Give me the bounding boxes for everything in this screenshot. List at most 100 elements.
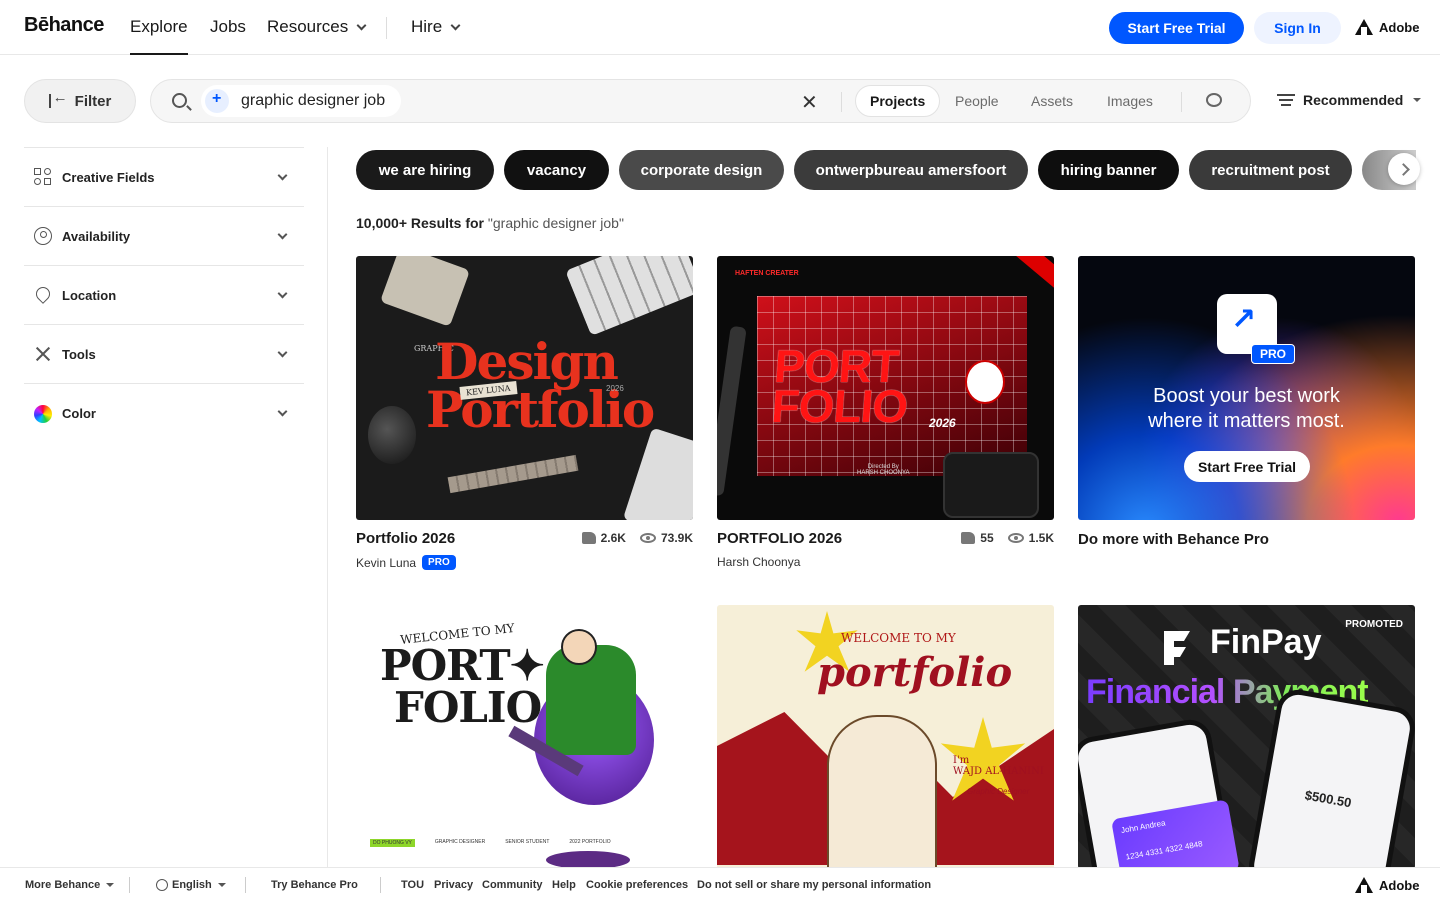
try-behance-pro-link[interactable]: Try Behance Pro bbox=[271, 879, 358, 891]
art-welcome: WELCOME TO MY bbox=[841, 631, 956, 645]
footer-adobe-link[interactable]: Adobe bbox=[1355, 877, 1419, 893]
tags-next-button[interactable] bbox=[1388, 153, 1420, 185]
art-title: PORT FOLIO bbox=[769, 340, 911, 432]
filter-button[interactable]: Filter bbox=[24, 79, 136, 123]
language-label: English bbox=[172, 879, 212, 891]
collapse-filter-icon bbox=[48, 89, 68, 108]
sidebar-item-location[interactable]: Location bbox=[24, 265, 304, 324]
tab-images[interactable]: Images bbox=[1093, 85, 1167, 117]
cookie-preferences-link[interactable]: Cookie preferences bbox=[586, 879, 688, 891]
pro-ad-card[interactable]: PRO Boost your best work where it matter… bbox=[1078, 256, 1415, 548]
tou-link[interactable]: TOU bbox=[401, 879, 424, 891]
privacy-link[interactable]: Privacy bbox=[434, 879, 473, 891]
art-title-line: FOLIO bbox=[769, 380, 909, 432]
face-illustration bbox=[965, 360, 1005, 404]
views: 73.9K bbox=[639, 531, 693, 545]
community-link[interactable]: Community bbox=[482, 879, 543, 891]
adobe-logo-icon bbox=[1355, 19, 1373, 35]
nav-explore[interactable]: Explore bbox=[130, 17, 188, 55]
project-thumbnail[interactable]: WELCOME TO MY PORT✦ FOLIO DO PHUONG VY GR… bbox=[356, 605, 693, 869]
project-stats: 2.6K 73.9K bbox=[581, 531, 693, 545]
pro-ad-thumbnail[interactable]: PRO Boost your best work where it matter… bbox=[1078, 256, 1415, 520]
tab-people[interactable]: People bbox=[941, 85, 1013, 117]
project-stats: 55 1.5K bbox=[961, 531, 1054, 545]
location-pin-icon bbox=[33, 284, 53, 304]
chevron-down-icon bbox=[277, 406, 288, 417]
ad-start-trial-button[interactable]: Start Free Trial bbox=[1184, 451, 1310, 482]
start-free-trial-button[interactable]: Start Free Trial bbox=[1109, 12, 1244, 44]
sidebar-divider bbox=[327, 147, 328, 867]
finpay-logo-icon bbox=[1164, 631, 1190, 665]
ad-headline: Boost your best work where it matters mo… bbox=[1078, 384, 1415, 434]
art-year: 2026 bbox=[606, 384, 624, 393]
sign-in-button[interactable]: Sign In bbox=[1254, 12, 1341, 44]
ad-title[interactable]: Do more with Behance Pro bbox=[1078, 531, 1415, 548]
project-card[interactable]: GRAPHIC Design Portfolio KEV LUNA 2026 P… bbox=[356, 256, 693, 570]
more-behance-label: More Behance bbox=[25, 879, 101, 891]
owner-name[interactable]: Harsh Choonya bbox=[717, 555, 800, 569]
more-behance-dropdown[interactable]: More Behance bbox=[25, 879, 115, 891]
chevron-down-icon bbox=[277, 288, 288, 299]
caret-down-icon bbox=[217, 883, 226, 887]
nav-resources-label: Resources bbox=[267, 17, 349, 36]
search-icon bbox=[172, 93, 187, 108]
project-thumbnail[interactable]: HAFTEN CREATER PORT FOLIO 2026 Directed B… bbox=[717, 256, 1054, 520]
camera-illustration bbox=[943, 452, 1039, 518]
eye-icon bbox=[1007, 533, 1024, 543]
chat-bubble-icon[interactable] bbox=[1206, 93, 1222, 107]
help-link[interactable]: Help bbox=[552, 879, 576, 891]
tag-chip[interactable]: vacancy bbox=[504, 150, 609, 190]
appreciations: 55 bbox=[961, 531, 994, 545]
results-query-text: "graphic designer job" bbox=[487, 215, 624, 231]
nav-resources[interactable]: Resources bbox=[267, 17, 367, 37]
project-thumbnail[interactable]: PROMOTED FinPay Financial Payment John A… bbox=[1078, 605, 1415, 869]
tag-chip[interactable]: corporate design bbox=[619, 150, 784, 190]
project-thumbnail[interactable]: GRAPHIC Design Portfolio KEV LUNA 2026 bbox=[356, 256, 693, 520]
art-footer-item: 2022 PORTFOLIO bbox=[569, 839, 611, 845]
gameboy-illustration bbox=[379, 256, 471, 327]
ai-search-icon[interactable] bbox=[205, 89, 229, 113]
project-card[interactable]: WELCOME TO MY PORT✦ FOLIO DO PHUONG VY GR… bbox=[356, 605, 693, 869]
device-illustration bbox=[622, 427, 693, 520]
tag-chip[interactable]: ontwerpbureau amersfoort bbox=[794, 150, 1028, 190]
art-footer-item: GRAPHIC DESIGNER bbox=[434, 839, 486, 845]
views-count: 73.9K bbox=[660, 531, 693, 545]
art-footer-item: SENIOR STUDENT bbox=[505, 839, 550, 845]
search-query-chip[interactable]: graphic designer job bbox=[201, 85, 402, 117]
adobe-label: Adobe bbox=[1379, 877, 1420, 893]
sidebar-item-color[interactable]: Color bbox=[24, 383, 304, 443]
owner-name[interactable]: Kevin Luna bbox=[356, 556, 416, 570]
art-role: Graphic Designer bbox=[967, 787, 1030, 796]
tag-chip[interactable]: recruitment post bbox=[1189, 150, 1352, 190]
adobe-link[interactable]: Adobe bbox=[1355, 19, 1419, 35]
tab-projects[interactable]: Projects bbox=[855, 85, 941, 117]
behance-logo[interactable]: Bēhance bbox=[24, 14, 104, 37]
sidebar-item-tools[interactable]: Tools bbox=[24, 324, 304, 383]
do-not-sell-link[interactable]: Do not sell or share my personal informa… bbox=[697, 879, 931, 891]
tag-chip[interactable]: we are hiring bbox=[356, 150, 494, 190]
tab-assets[interactable]: Assets bbox=[1017, 85, 1087, 117]
phone-illustration: John Andrea 1234 4331 4322 4848 bbox=[1078, 716, 1243, 869]
chevron-down-icon bbox=[450, 20, 461, 30]
sidebar-item-label: Availability bbox=[62, 228, 131, 244]
project-card[interactable]: HAFTEN CREATER PORT FOLIO 2026 Directed B… bbox=[717, 256, 1054, 569]
sidebar-item-creative-fields[interactable]: Creative Fields bbox=[24, 147, 304, 206]
earbuds-illustration bbox=[368, 406, 416, 464]
art-brand: HAFTEN CREATER bbox=[735, 270, 799, 277]
payment-card: John Andrea 1234 4331 4322 4848 bbox=[1111, 799, 1240, 869]
color-wheel-icon bbox=[34, 404, 52, 423]
sort-dropdown[interactable]: Recommended bbox=[1277, 92, 1422, 108]
nav-jobs[interactable]: Jobs bbox=[210, 17, 246, 37]
sidebar-item-availability[interactable]: Availability bbox=[24, 206, 304, 265]
project-thumbnail[interactable]: WELCOME TO MY portfolio I'm WAJD AL-HANI… bbox=[717, 605, 1054, 869]
art-title-line: PORT✦ bbox=[380, 641, 545, 690]
search-bar[interactable]: graphic designer job ✕ Projects People A… bbox=[150, 79, 1251, 123]
sidebar-item-label: Tools bbox=[62, 346, 96, 362]
tag-chip[interactable]: hiring banner bbox=[1038, 150, 1179, 190]
nav-hire[interactable]: Hire bbox=[411, 17, 461, 37]
project-card[interactable]: WELCOME TO MY portfolio I'm WAJD AL-HANI… bbox=[717, 605, 1054, 869]
promoted-project-card[interactable]: PROMOTED FinPay Financial Payment John A… bbox=[1078, 605, 1415, 869]
language-dropdown[interactable]: English bbox=[156, 879, 226, 891]
close-icon[interactable]: ✕ bbox=[801, 90, 818, 115]
footer: More Behance English Try Behance Pro TOU… bbox=[0, 867, 1440, 900]
